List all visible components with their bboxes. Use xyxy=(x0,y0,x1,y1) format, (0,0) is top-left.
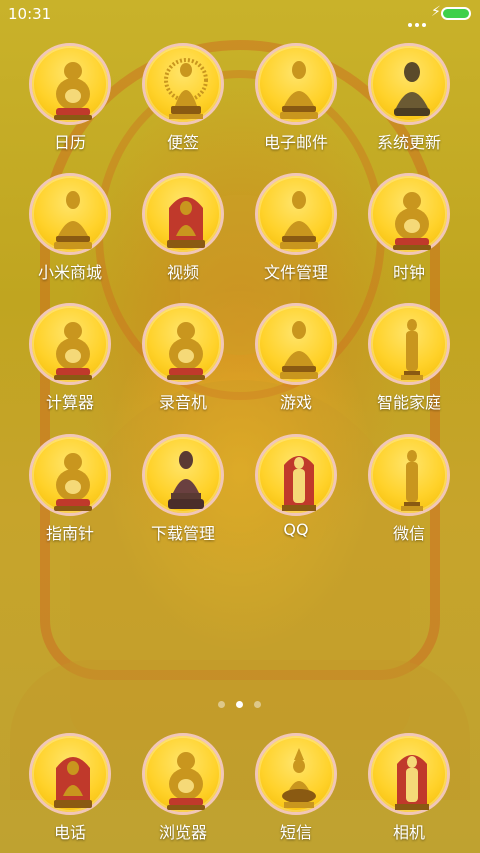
laughing-buddha-icon[interactable] xyxy=(142,733,224,815)
page-indicator[interactable] xyxy=(0,701,480,711)
app-浏览器[interactable]: 浏览器 xyxy=(133,733,233,843)
bronze-buddha-icon[interactable] xyxy=(368,43,450,125)
seated-buddha-icon[interactable] xyxy=(29,173,111,255)
app-下载管理[interactable]: 下载管理 xyxy=(133,434,233,544)
app-日历[interactable]: 日历 xyxy=(20,43,120,153)
laughing-buddha-icon[interactable] xyxy=(142,303,224,385)
home-screen: 10:31 ⚡ 日历 便签 电子邮件 系统更新小米商城 视频 文件管理 时钟计算器 录音机 游戏… xyxy=(0,0,480,853)
app-指南针[interactable]: 指南针 xyxy=(20,434,120,544)
app-qq[interactable]: QQ xyxy=(246,434,346,544)
app-电子邮件[interactable]: 电子邮件 xyxy=(246,43,346,153)
app-label: 便签 xyxy=(166,133,199,152)
standing-deity-shrine-icon[interactable] xyxy=(255,434,337,516)
standing-monk-icon[interactable] xyxy=(368,303,450,385)
laughing-buddha-icon[interactable] xyxy=(368,173,450,255)
app-录音机[interactable]: 录音机 xyxy=(133,303,233,413)
app-label: 相机 xyxy=(392,823,425,842)
app-计算器[interactable]: 计算器 xyxy=(20,303,120,413)
app-微信[interactable]: 微信 xyxy=(359,434,459,544)
app-label: 短信 xyxy=(279,823,312,842)
app-label: 下载管理 xyxy=(150,524,215,543)
charging-icon: ⚡ xyxy=(431,4,441,20)
app-label: QQ xyxy=(283,520,309,539)
app-label: 时钟 xyxy=(392,263,425,282)
page-dot-3[interactable] xyxy=(254,701,261,708)
buddha-shrine-icon[interactable] xyxy=(29,733,111,815)
app-游戏[interactable]: 游戏 xyxy=(246,303,346,413)
rider-deity-icon[interactable] xyxy=(255,733,337,815)
app-相机[interactable]: 相机 xyxy=(359,733,459,843)
app-短信[interactable]: 短信 xyxy=(246,733,346,843)
app-智能家庭[interactable]: 智能家庭 xyxy=(359,303,459,413)
app-label: 指南针 xyxy=(45,524,94,543)
app-label: 电子邮件 xyxy=(263,133,328,152)
laughing-buddha-icon[interactable] xyxy=(29,303,111,385)
app-label: 录音机 xyxy=(158,393,207,412)
seated-buddha-icon[interactable] xyxy=(255,303,337,385)
app-label: 智能家庭 xyxy=(376,393,441,412)
seated-buddha-icon[interactable] xyxy=(255,173,337,255)
signal-dots-icon xyxy=(408,12,430,27)
standing-deity-shrine-icon[interactable] xyxy=(368,733,450,815)
app-label: 游戏 xyxy=(279,393,312,412)
app-label: 计算器 xyxy=(45,393,94,412)
page-dot-1[interactable] xyxy=(218,701,225,708)
app-label: 系统更新 xyxy=(376,133,441,152)
app-电话[interactable]: 电话 xyxy=(20,733,120,843)
battery-icon xyxy=(441,7,471,20)
app-label: 微信 xyxy=(392,524,425,543)
app-label: 小米商城 xyxy=(37,263,102,282)
app-便签[interactable]: 便签 xyxy=(133,43,233,153)
app-label: 浏览器 xyxy=(158,823,207,842)
laughing-buddha-icon[interactable] xyxy=(29,43,111,125)
status-time: 10:31 xyxy=(8,5,52,23)
laughing-buddha-icon[interactable] xyxy=(29,434,111,516)
app-文件管理[interactable]: 文件管理 xyxy=(246,173,346,283)
app-label: 电话 xyxy=(53,823,86,842)
app-label: 文件管理 xyxy=(263,263,328,282)
app-label: 视频 xyxy=(166,263,199,282)
app-视频[interactable]: 视频 xyxy=(133,173,233,283)
app-系统更新[interactable]: 系统更新 xyxy=(359,43,459,153)
dark-buddha-icon[interactable] xyxy=(142,434,224,516)
app-时钟[interactable]: 时钟 xyxy=(359,173,459,283)
standing-monk-icon[interactable] xyxy=(368,434,450,516)
app-label: 日历 xyxy=(53,133,86,152)
buddha-shrine-icon[interactable] xyxy=(142,173,224,255)
app-小米商城[interactable]: 小米商城 xyxy=(20,173,120,283)
status-bar: 10:31 ⚡ xyxy=(0,0,480,28)
thousand-arm-statue-icon[interactable] xyxy=(142,43,224,125)
seated-buddha-icon[interactable] xyxy=(255,43,337,125)
page-dot-2-active[interactable] xyxy=(236,701,243,708)
